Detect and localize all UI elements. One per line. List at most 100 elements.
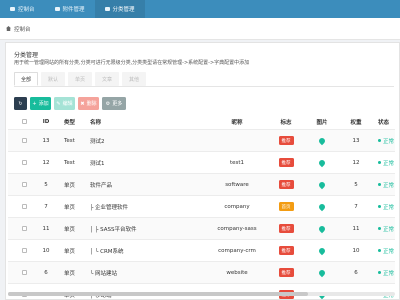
- cell-nickname: test1: [229, 159, 245, 166]
- status-dot-icon: [378, 161, 381, 164]
- table-row[interactable]: 6 单页 └ 网站建站 website 推荐 6 正常: [8, 262, 395, 284]
- dashboard-icon: [10, 7, 15, 11]
- scrollbar-thumb[interactable]: [8, 292, 308, 296]
- header-type[interactable]: 类型: [64, 114, 84, 129]
- row-checkbox[interactable]: [21, 204, 27, 209]
- plus-icon: +: [32, 100, 37, 107]
- row-checkbox[interactable]: [21, 160, 27, 165]
- map-marker-icon[interactable]: [317, 136, 327, 145]
- cell-id: 10: [42, 247, 50, 254]
- home-icon: [6, 26, 11, 31]
- row-checkbox[interactable]: [21, 270, 27, 275]
- refresh-button[interactable]: ↻: [14, 97, 27, 110]
- cell-type: Test: [64, 137, 75, 144]
- tab-page[interactable]: 单页: [68, 72, 92, 86]
- add-label: 添加: [38, 101, 49, 107]
- cell-nickname: company-crm: [218, 247, 256, 254]
- row-checkbox[interactable]: [21, 182, 27, 187]
- cell-flag: 推荐: [272, 218, 300, 239]
- status-dot-icon: [378, 271, 381, 274]
- cell-type: 单页: [64, 226, 76, 233]
- header-id[interactable]: ID: [36, 114, 56, 129]
- paperclip-icon: [54, 7, 60, 11]
- edit-button[interactable]: ✎ 编辑: [54, 97, 75, 110]
- table-row[interactable]: 11 单页 │ ├ SASS平台软件 company-sass 推荐 11 正常: [8, 218, 395, 240]
- map-marker-icon[interactable]: [317, 224, 327, 233]
- header-weigh[interactable]: 权重: [342, 114, 370, 129]
- tab-article[interactable]: 文章: [95, 72, 119, 86]
- header-name[interactable]: 名称: [90, 114, 200, 129]
- status-badge: 正常: [378, 159, 394, 167]
- nav-tab-dashboard[interactable]: 控制台: [0, 0, 45, 18]
- nav-tab-category[interactable]: 分类管理: [94, 0, 145, 18]
- status-dot-icon: [378, 227, 381, 230]
- map-marker-icon[interactable]: [317, 180, 327, 189]
- row-checkbox[interactable]: [21, 138, 27, 143]
- cell-weigh: 13: [352, 137, 360, 144]
- cell-weigh: 10: [352, 247, 360, 254]
- add-button[interactable]: + 添加: [30, 97, 51, 110]
- gear-icon: ⚙: [105, 100, 111, 107]
- nav-tab-attachment[interactable]: 附件管理: [45, 0, 95, 18]
- cell-nickname: software: [225, 181, 249, 188]
- cell-image: [308, 130, 336, 151]
- flag-badge: 推荐: [278, 246, 294, 255]
- table-row[interactable]: 12 Test 测试1 test1 推荐 12 正常: [8, 152, 395, 174]
- tab-divider: [14, 86, 394, 87]
- cell-type: 单页: [64, 248, 76, 255]
- trash-icon: ✖: [80, 100, 85, 107]
- tab-other[interactable]: 其他: [122, 72, 146, 86]
- map-marker-icon[interactable]: [317, 158, 327, 167]
- cell-image: [308, 174, 336, 195]
- header-image[interactable]: 图片: [308, 114, 336, 129]
- status-badge: 正常: [378, 181, 394, 189]
- cell-status: 正常: [378, 240, 400, 261]
- header-status[interactable]: 状态: [378, 114, 400, 129]
- status-badge: 正常: [378, 269, 394, 277]
- cell-flag: 推荐: [272, 152, 300, 173]
- panel-title: 分类管理: [14, 52, 39, 59]
- status-label: 正常: [383, 270, 395, 277]
- nav-tab-label: 分类管理: [112, 7, 135, 13]
- cell-status: 正常: [378, 218, 400, 239]
- status-badge: 正常: [378, 137, 394, 145]
- table-row[interactable]: 13 Test 测试2 推荐 13 正常: [8, 130, 395, 152]
- header-nickname[interactable]: 昵称: [198, 114, 276, 129]
- table-row[interactable]: 7 单页 ├ 企业管理软件 company 首页 7 正常: [8, 196, 395, 218]
- map-marker-icon[interactable]: [317, 202, 327, 211]
- cell-nickname: website: [226, 269, 248, 276]
- cell-id: 7: [44, 203, 48, 210]
- cell-weigh: 6: [354, 269, 358, 276]
- delete-button[interactable]: ✖ 删除: [78, 97, 99, 110]
- map-marker-icon[interactable]: [317, 268, 327, 277]
- tab-default[interactable]: 默认: [41, 72, 65, 86]
- row-checkbox-cell: [20, 130, 28, 151]
- row-checkbox[interactable]: [21, 226, 27, 231]
- breadcrumb-label[interactable]: 控制台: [14, 25, 31, 33]
- horizontal-scrollbar[interactable]: [8, 292, 395, 296]
- table-row[interactable]: 5 单页 软件产品 software 推荐 5 正常: [8, 174, 395, 196]
- row-checkbox[interactable]: [21, 248, 27, 253]
- breadcrumb: 控制台: [0, 18, 400, 40]
- cell-flag: 首页: [272, 196, 300, 217]
- flag-badge: 推荐: [278, 180, 294, 189]
- cell-image: [308, 240, 336, 261]
- status-label: 正常: [383, 182, 395, 189]
- row-checkbox-cell: [20, 218, 28, 239]
- table-body: 13 Test 测试2 推荐 13 正常 12 Test 测试1 test1 推荐 12 正常 5 单页 软件…: [8, 130, 395, 300]
- table-row[interactable]: 10 单页 │ └ CRM系统 company-crm 推荐 10 正常: [8, 240, 395, 262]
- edit-label: 编辑: [62, 101, 73, 107]
- tab-all[interactable]: 全部: [14, 72, 38, 86]
- map-marker-icon[interactable]: [317, 246, 327, 255]
- select-all-checkbox[interactable]: [21, 119, 27, 124]
- delete-label: 删除: [86, 101, 97, 107]
- status-dot-icon: [378, 205, 381, 208]
- cell-type: Test: [64, 159, 75, 166]
- row-checkbox-cell: [20, 152, 28, 173]
- cell-status: 正常: [378, 174, 400, 195]
- cell-name: 测试1: [90, 160, 105, 167]
- status-badge: 正常: [378, 247, 394, 255]
- more-button[interactable]: ⚙ 更多: [102, 97, 126, 110]
- header-flag[interactable]: 标志: [272, 114, 300, 129]
- cell-nickname: company: [224, 203, 250, 210]
